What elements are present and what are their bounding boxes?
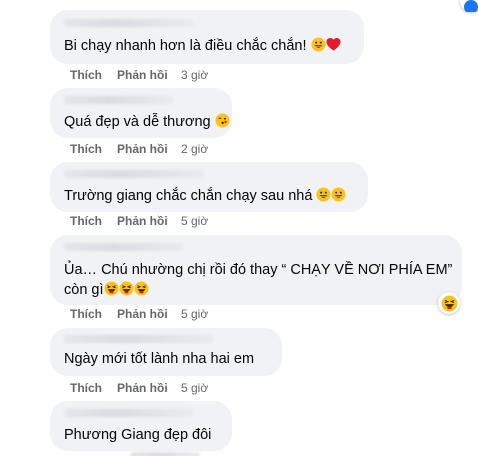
commenter-name-redacted: [64, 335, 214, 343]
comment-actions: Thích Phản hồi 3 giờ: [70, 68, 208, 82]
red-heart-icon: [325, 37, 341, 52]
comment-bubble[interactable]: Ủa… Chú nhường chị rồi đó thay “ CHẠY VỀ…: [50, 235, 462, 305]
commenter-name-redacted: [64, 243, 184, 251]
comment-text-content: Quá đẹp và dễ thương: [64, 114, 211, 130]
comment-timestamp[interactable]: 2 giờ: [181, 142, 208, 156]
comment-timestamp[interactable]: 5 giờ: [181, 307, 208, 321]
face-blowing-kiss-icon: [215, 113, 230, 128]
like-button[interactable]: Thích: [70, 68, 117, 82]
comment-timestamp[interactable]: 5 giờ: [181, 381, 208, 395]
comment-actions: Thích Phản hồi 5 giờ: [70, 214, 208, 228]
comment-text: Bi chạy nhanh hơn là điều chắc chắn!: [64, 36, 341, 56]
comment-text: Quá đẹp và dễ thương: [64, 112, 230, 132]
comment-bubble[interactable]: Phương Giang đẹp đôi: [50, 401, 232, 451]
comment-text: Phương Giang đẹp đôi: [64, 425, 211, 445]
commenter-name-redacted: [64, 19, 194, 27]
laughing-face-icon: [133, 281, 149, 296]
comment-thread: Bi chạy nhanh hơn là điều chắc chắn! Thí…: [0, 0, 478, 456]
commenter-name-redacted: [64, 170, 204, 178]
comment-timestamp[interactable]: 3 giờ: [181, 68, 208, 82]
comment-bubble[interactable]: Ngày mới tốt lành nha hai em: [50, 328, 282, 376]
comment-actions: Thích Phản hồi 5 giờ: [70, 307, 208, 321]
comment-text: Trường giang chắc chắn chạy sau nhá: [64, 186, 346, 206]
haha-reaction-icon: [441, 295, 458, 312]
like-button[interactable]: Thích: [70, 214, 117, 228]
partial-reaction-badge[interactable]: [460, 0, 478, 14]
comment-bubble[interactable]: Trường giang chắc chắn chạy sau nhá: [50, 162, 368, 212]
comment-text-content: Ngày mới tốt lành nha hai em: [64, 351, 255, 367]
commenter-name-redacted: [64, 409, 194, 417]
like-button[interactable]: Thích: [70, 142, 117, 156]
commenter-name-redacted: [64, 96, 174, 104]
comment-actions: Thích Phản hồi 5 giờ: [70, 381, 208, 395]
like-button[interactable]: Thích: [70, 381, 117, 395]
grinning-face-icon: [316, 187, 331, 202]
like-button[interactable]: Thích: [70, 307, 117, 321]
haha-reaction-badge[interactable]: [438, 292, 460, 314]
reply-button[interactable]: Phản hồi: [117, 307, 181, 321]
comment-text: Ngày mới tốt lành nha hai em: [64, 349, 254, 369]
grinning-face-icon: [310, 37, 326, 52]
reply-button[interactable]: Phản hồi: [117, 381, 181, 395]
reply-button[interactable]: Phản hồi: [117, 68, 181, 82]
comment-bubble[interactable]: Quá đẹp và dễ thương: [50, 88, 232, 138]
comment-text-content: Bi chạy nhanh hơn là điều chắc chắn!: [64, 38, 307, 54]
comment-text-content: Phương Giang đẹp đôi: [64, 427, 212, 443]
comment-text-content: Trường giang chắc chắn chạy sau nhá: [64, 188, 313, 204]
like-icon: [464, 0, 478, 14]
reply-button[interactable]: Phản hồi: [117, 142, 181, 156]
comment-timestamp[interactable]: 5 giờ: [181, 214, 208, 228]
laughing-face-icon: [103, 281, 119, 296]
laughing-face-icon: [118, 281, 134, 296]
comment-actions: Thích Phản hồi 2 giờ: [70, 142, 208, 156]
comment-bubble[interactable]: Bi chạy nhanh hơn là điều chắc chắn!: [50, 10, 364, 64]
next-comment-redacted: [130, 452, 200, 456]
reply-button[interactable]: Phản hồi: [117, 214, 181, 228]
comment-text: Ủa… Chú nhường chị rồi đó thay “ CHẠY VỀ…: [64, 260, 454, 300]
grinning-face-icon: [331, 187, 346, 202]
